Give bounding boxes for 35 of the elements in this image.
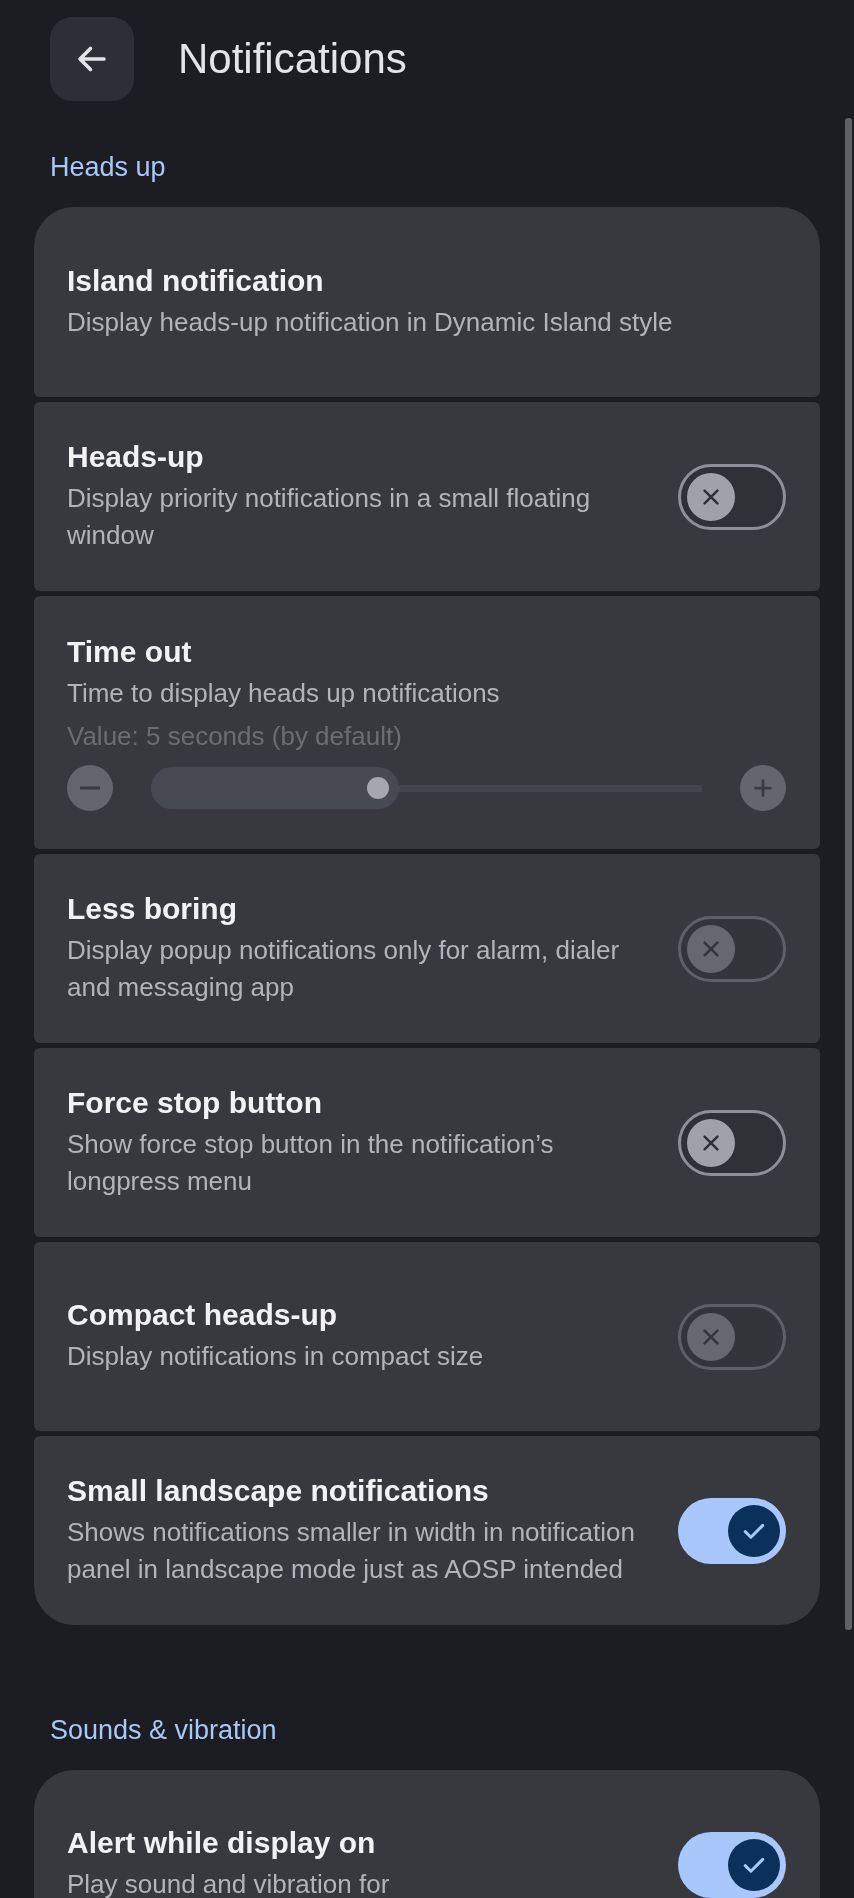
setting-description: Display notifications in compact size <box>67 1340 485 1373</box>
setting-description: Show force stop button in the notification’s longpress menu <box>67 1127 555 1198</box>
check-icon <box>728 1838 780 1891</box>
close-icon <box>687 924 735 973</box>
increase-button[interactable] <box>740 764 786 811</box>
setting-description: Shows notifications smaller in width in notification panel in landscape mode just as AOSP intended <box>67 1515 636 1586</box>
close-icon <box>687 1312 735 1361</box>
close-icon <box>687 1118 735 1167</box>
setting-title: Force stop button <box>67 1085 323 1120</box>
setting-description: Play sound and vibration for <box>67 1868 391 1898</box>
setting-title: Heads-up <box>67 439 205 474</box>
setting-card[interactable]: Heads-up Display priority notifications in a small floating window <box>34 402 820 591</box>
scrollbar[interactable] <box>845 118 852 1630</box>
setting-title: Less boring <box>67 891 239 926</box>
close-icon <box>687 472 735 521</box>
setting-description: Time to display heads up notifications <box>67 676 501 710</box>
section-header: Sounds & vibration <box>49 1715 278 1747</box>
setting-title: Island notification <box>67 263 325 298</box>
back-button[interactable] <box>50 16 134 101</box>
setting-card[interactable]: Island notification Display heads-up notification in Dynamic Island style <box>34 207 820 397</box>
page-title: Notifications <box>178 34 407 83</box>
decrease-button[interactable] <box>67 764 113 811</box>
section-header: Heads up <box>49 152 167 184</box>
minus-icon <box>80 785 100 790</box>
setting-description: Display heads-up notification in Dynamic Island style <box>67 305 674 339</box>
setting-title: Small landscape notifications <box>67 1473 490 1508</box>
setting-title: Compact heads-up <box>67 1298 339 1332</box>
setting-card[interactable]: Small landscape notifications Shows notifications smaller in width in notification panel in landscape mode just as AOSP intended <box>34 1436 820 1625</box>
check-icon <box>728 1504 780 1557</box>
setting-description: Display priority notifications in a small floating window <box>67 481 592 552</box>
setting-title: Alert while display on <box>67 1826 377 1860</box>
setting-description: Display popup notifications only for alarm, dialer and messaging app <box>67 933 621 1004</box>
setting-title: Time out <box>67 634 193 669</box>
setting-card[interactable]: Force stop button Show force stop button in the notification’s longpress menu <box>34 1048 820 1237</box>
setting-card[interactable]: Alert while display on Play sound and vibration for <box>34 1770 820 1898</box>
